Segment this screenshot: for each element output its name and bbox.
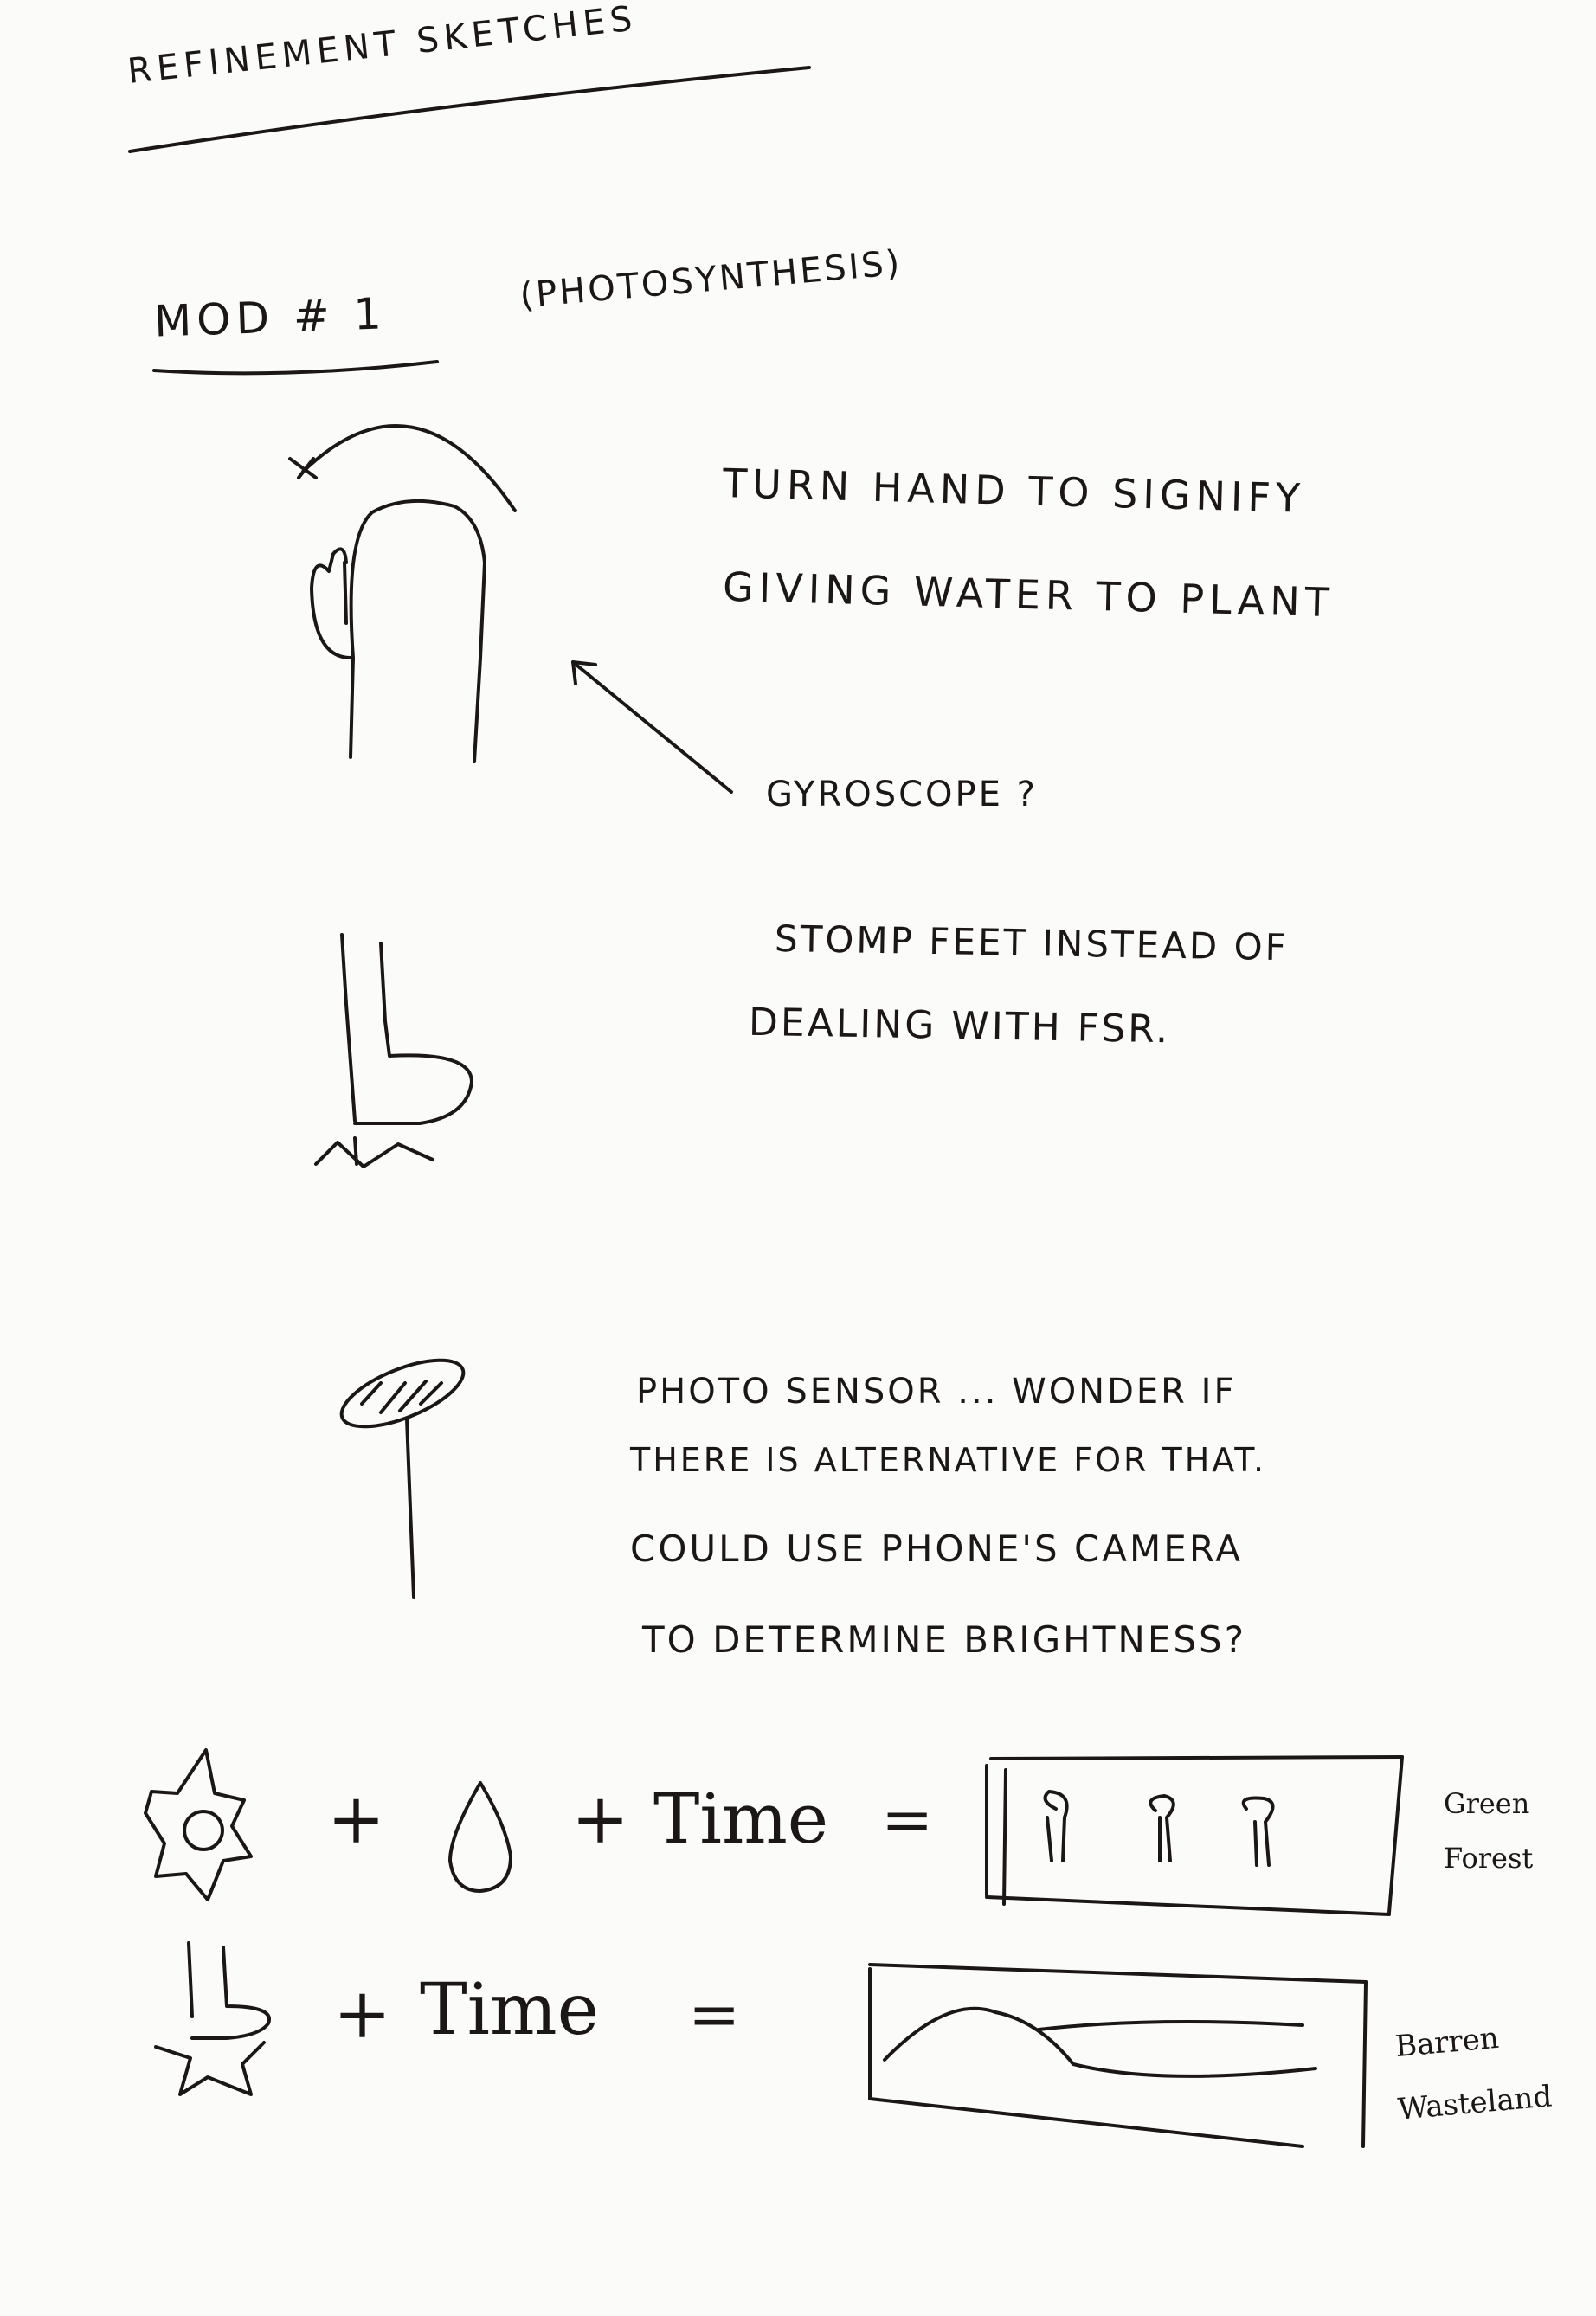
note-photo-line2: THERE IS ALTERNATIVE FOR THAT. xyxy=(630,1441,1267,1479)
stomp-icon-drawing xyxy=(154,1941,271,2096)
water-drop-drawing xyxy=(448,1781,512,1893)
section-label: MOD # 1 xyxy=(153,288,388,347)
note-gyroscope: GYROSCOPE ? xyxy=(766,775,1038,814)
eq1-equals: = xyxy=(881,1783,934,1856)
hand-sketch xyxy=(288,424,517,763)
forest-box-drawing xyxy=(985,1755,1404,1916)
eq2-plus: + xyxy=(333,1973,392,2054)
gyroscope-arrow xyxy=(571,660,733,794)
sun-drawing xyxy=(144,1748,253,1901)
note-stomp-line2: DEALING WITH FSR. xyxy=(748,1000,1171,1052)
eq2-equals: = xyxy=(688,1978,741,2050)
sketch-drawings xyxy=(128,66,1404,2148)
sketch-page: REFINEMENT SKETCHES MOD # 1 (PHOTOSYNTHE… xyxy=(0,0,1596,2316)
sensor-sketch xyxy=(339,1358,466,1599)
wasteland-box-drawing xyxy=(868,1963,1368,2148)
note-photo-line4: TO DETERMINE BRIGHTNESS? xyxy=(642,1618,1246,1661)
eq1-time: Time xyxy=(653,1779,829,1859)
eq1-result-line1: Green xyxy=(1444,1787,1530,1820)
note-photo-line1: PHOTO SENSOR ... WONDER IF xyxy=(636,1372,1237,1412)
eq1-result-line2: Forest xyxy=(1444,1842,1534,1875)
note-stomp-line1: STOMP FEET INSTEAD OF xyxy=(774,917,1290,969)
section-underline xyxy=(152,360,439,376)
eq1-plus-1: + xyxy=(327,1779,386,1859)
eq2-time: Time xyxy=(420,1969,600,2051)
note-photo-line3: COULD USE PHONE'S CAMERA xyxy=(630,1528,1244,1570)
eq1-plus-2: + xyxy=(571,1779,630,1859)
foot-sketch xyxy=(314,933,473,1168)
